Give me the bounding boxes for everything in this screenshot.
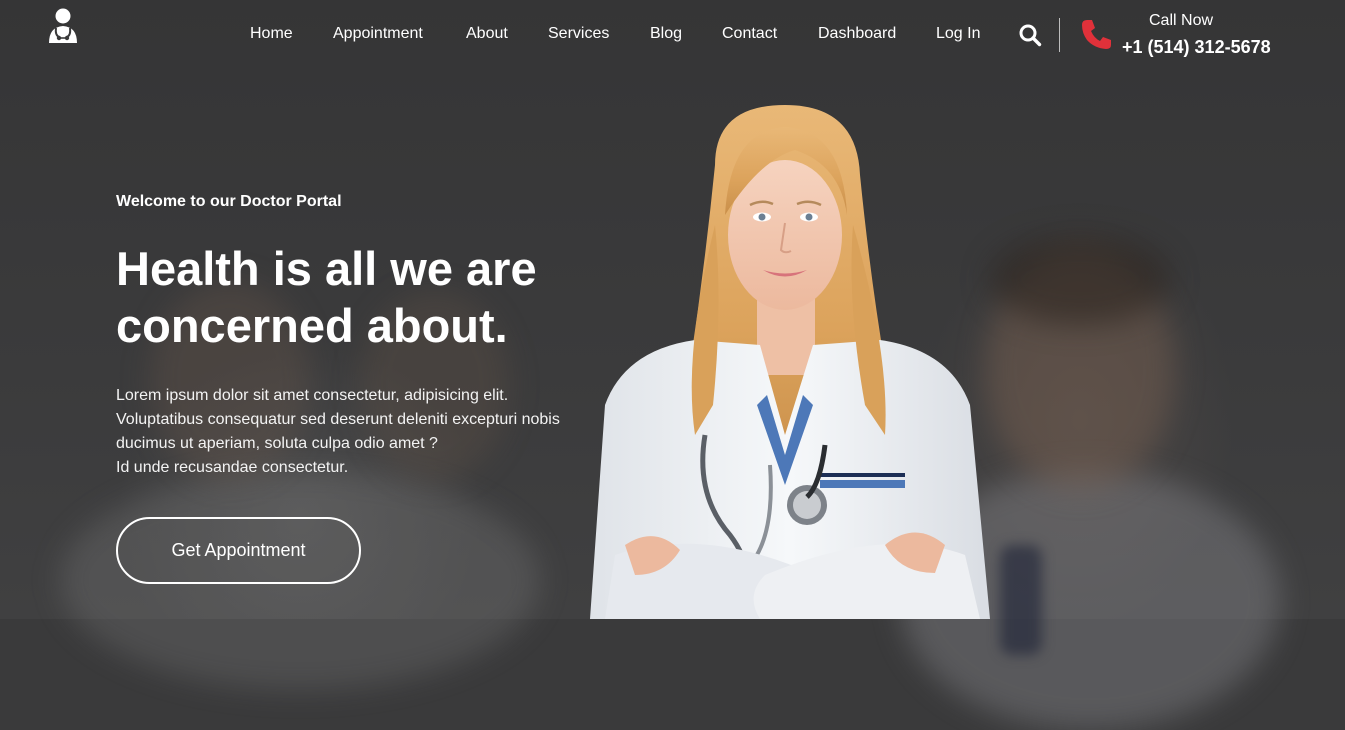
nav-home[interactable]: Home [250,25,293,43]
nav-blog[interactable]: Blog [650,25,682,43]
search-icon[interactable] [1018,23,1042,47]
phone-number[interactable]: +1 (514) 312-5678 [1122,37,1271,58]
welcome-text: Welcome to our Doctor Portal [116,193,342,210]
description-line: Voluptatibus consequatur sed deserunt de… [116,411,560,428]
doctor-photo [585,105,995,619]
nav-contact[interactable]: Contact [722,25,777,43]
header-divider [1059,18,1060,52]
site-header: Home Appointment About Services Blog Con… [0,0,1345,70]
nav-login[interactable]: Log In [936,25,980,43]
background-figure [990,235,1170,325]
description-line: ducimus ut aperiam, soluta culpa odio am… [116,435,438,452]
phone-icon[interactable] [1080,17,1114,51]
description-line: Id unde recusandae consectetur. [116,459,349,476]
description-line: Lorem ipsum dolor sit amet consectetur, … [116,387,509,404]
nav-dashboard[interactable]: Dashboard [818,25,896,43]
get-appointment-button[interactable]: Get Appointment [116,517,361,584]
hero-headline: Health is all we are concerned about. [116,240,586,354]
headline-line: concerned about. [116,299,508,352]
nav-services[interactable]: Services [548,25,609,43]
doctor-stethoscope-icon[interactable] [46,8,80,44]
background-figure [1000,545,1042,655]
hero-description: Lorem ipsum dolor sit amet consectetur, … [116,384,586,480]
nav-appointment[interactable]: Appointment [333,25,423,43]
call-now-label: Call Now [1149,12,1214,29]
nav-about[interactable]: About [466,25,508,43]
headline-line: Health is all we are [116,242,537,295]
